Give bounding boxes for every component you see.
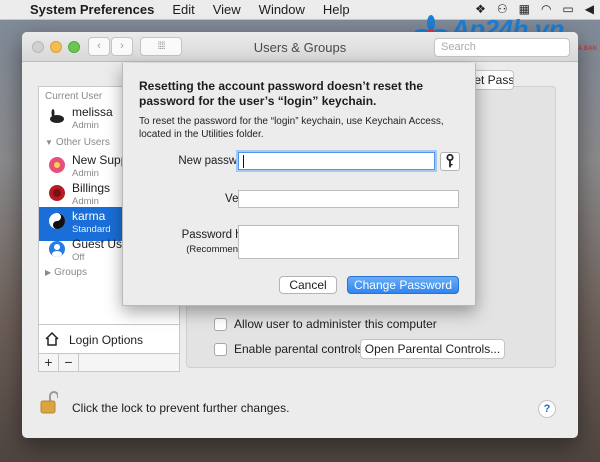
text-caret [243,155,244,168]
user-role: Admin [72,120,99,131]
login-options-item[interactable]: Login Options [38,324,180,354]
unlocked-lock-icon[interactable] [40,390,58,414]
disclosure-down-icon: ▼ [45,138,53,147]
groups-header[interactable]: ▶ Groups [45,267,87,278]
menu-edit[interactable]: Edit [172,2,194,17]
house-icon [45,331,59,346]
avatar-flower-icon [49,157,65,173]
current-user-header: Current User [45,91,103,102]
other-users-header[interactable]: ▼ Other Users [45,137,110,148]
other-users-label: Other Users [55,137,110,148]
avatar-rabbit-icon [50,109,64,123]
reset-password-sheet: Resetting the account password doesn’t r… [122,63,476,306]
cancel-button[interactable]: Cancel [279,276,337,294]
avatar-guest-icon [49,241,65,257]
search-input[interactable]: Search [434,38,570,57]
change-password-button[interactable]: Change Password [347,276,459,294]
add-user-button[interactable]: + [39,354,59,371]
user-name: karma [72,209,106,223]
menu-help[interactable]: Help [323,2,350,17]
add-remove-bar: + − [38,354,180,372]
user-role: Admin [72,196,99,207]
user-role: Off [72,252,85,263]
user-role: Standard [72,224,111,235]
password-hint-field[interactable] [238,225,459,259]
allow-admin-row[interactable]: Allow user to administer this computer [214,317,437,331]
avatar-yin-yang-icon [49,213,65,229]
groups-label: Groups [54,267,87,278]
parental-controls-row[interactable]: Enable parental controls [214,342,363,356]
menu-window[interactable]: Window [259,2,305,17]
help-button[interactable]: ? [538,400,556,418]
key-icon [446,153,454,168]
allow-admin-checkbox[interactable] [214,317,227,331]
menu-app-name[interactable]: System Preferences [30,2,154,17]
password-assistant-button[interactable] [440,152,460,171]
sheet-info-text: To reset the password for the “login” ke… [139,116,444,140]
user-name: Billings [72,181,111,195]
parental-controls-checkbox[interactable] [214,342,227,356]
avatar-rose-icon [49,185,65,201]
disclosure-right-icon: ▶ [45,268,52,277]
sheet-title: Resetting the account password doesn’t r… [139,79,424,108]
open-parental-controls-button[interactable]: Open Parental Controls... [360,339,505,359]
user-name: melissa [72,105,113,119]
user-role: Admin [72,168,99,179]
title-bar: ‹ › ⁞⁞⁞⁞ Users & Groups Search [22,32,578,62]
verify-field[interactable] [238,190,459,208]
search-placeholder: Search [441,41,476,53]
allow-admin-label: Allow user to administer this computer [234,317,437,331]
menu-view[interactable]: View [213,2,241,17]
login-options-label: Login Options [69,333,144,347]
parental-controls-label: Enable parental controls [234,342,364,356]
volume-icon[interactable]: ◀ [585,2,594,16]
lock-hint-text: Click the lock to prevent further change… [72,401,290,415]
remove-user-button[interactable]: − [59,354,79,371]
new-password-field[interactable] [238,152,435,170]
